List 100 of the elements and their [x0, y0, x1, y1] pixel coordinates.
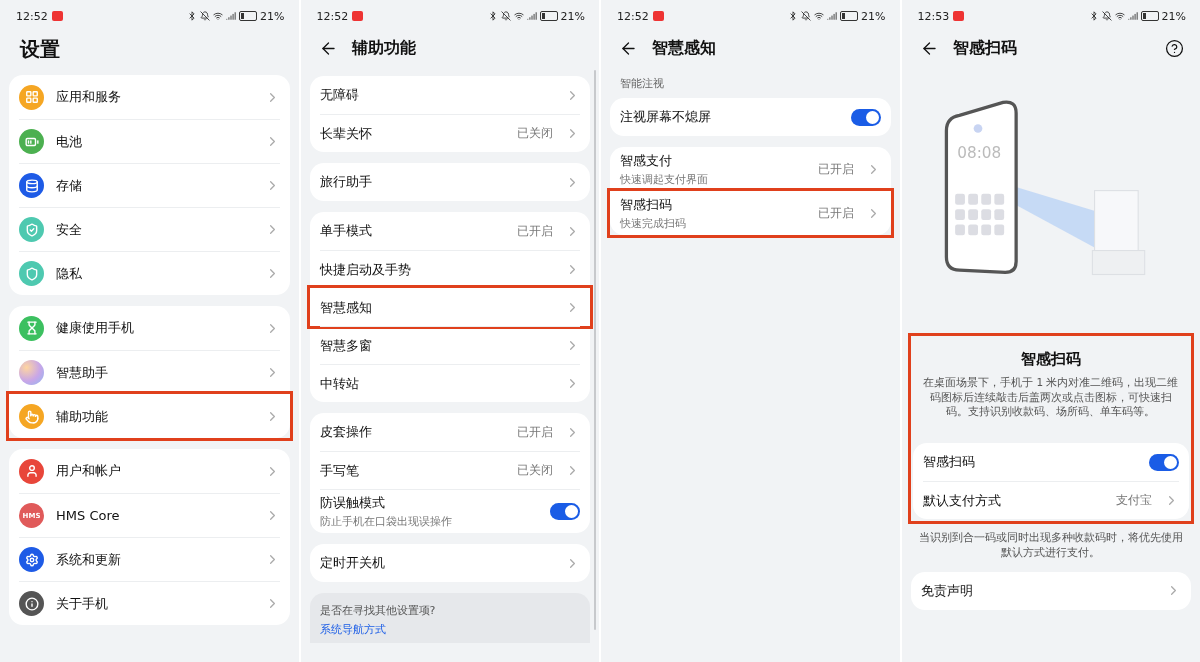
row-label: 隐私: [56, 264, 83, 283]
row-label: 智慧多窗: [319, 336, 373, 355]
status-value: 支付宝: [1116, 492, 1152, 510]
status-time: 12:52: [617, 9, 649, 23]
settings-row[interactable]: 单手模式 已开启: [319, 212, 580, 250]
row-label: 皮套操作: [319, 423, 373, 441]
status-time: 12:52: [316, 9, 349, 23]
settings-row[interactable]: 免责声明: [920, 571, 1181, 610]
muted-bell-icon: [200, 11, 211, 21]
settings-row[interactable]: 安全: [19, 207, 280, 251]
row-label: 手写笔: [319, 461, 360, 480]
settings-row[interactable]: 用户和帐户: [19, 449, 280, 493]
row-label: HMS Core: [56, 508, 121, 523]
feature-title: 智感扫码: [1019, 350, 1082, 369]
muted-bell-icon: [801, 11, 812, 21]
settings-row[interactable]: 隐私: [19, 251, 280, 295]
signal-icon: [526, 11, 537, 21]
row-label: 防误触模式: [319, 494, 386, 512]
bluetooth-icon: [187, 11, 198, 21]
signal-icon: [226, 11, 237, 21]
battery-icon: [840, 11, 859, 21]
settings-row[interactable]: 无障碍: [319, 76, 580, 114]
signal-icon: [1127, 11, 1138, 21]
wifi-icon: [213, 11, 224, 21]
toggle-switch[interactable]: [1149, 453, 1179, 471]
row-label: 默认支付方式: [922, 491, 1002, 510]
settings-row[interactable]: 系统和更新: [19, 537, 280, 581]
signal-icon: [827, 11, 838, 21]
row-label: 智感扫码: [620, 196, 673, 214]
page-title: 设置: [20, 36, 61, 63]
page-title: 智慧感知: [652, 37, 717, 59]
battery-icon: [539, 11, 558, 21]
row-label: 智感扫码: [922, 453, 976, 472]
hint-link[interactable]: 系统导航方式: [319, 622, 580, 637]
settings-row[interactable]: 中转站: [319, 364, 580, 402]
row-label: 电池: [56, 132, 83, 151]
row-label: 旅行助手: [319, 173, 373, 191]
notification-icon: [652, 11, 664, 21]
settings-row[interactable]: 手写笔 已关闭: [319, 451, 580, 489]
settings-row[interactable]: 皮套操作 已开启: [319, 413, 580, 451]
row-label: 应用和服务: [56, 88, 122, 106]
settings-row[interactable]: 智慧多窗: [319, 326, 580, 364]
row-label: 单手模式: [319, 222, 373, 240]
notification-icon: [953, 11, 965, 21]
status-time: 12:52: [16, 9, 48, 23]
row-label: 中转站: [319, 374, 360, 393]
settings-row[interactable]: 旅行助手: [319, 163, 580, 201]
status-time: 12:53: [917, 9, 950, 23]
section-label: 智能注视: [619, 76, 665, 91]
bluetooth-icon: [788, 11, 799, 21]
settings-row[interactable]: 智感扫码 快速完成扫码 已开启: [610, 191, 891, 235]
settings-row[interactable]: 智感扫码: [922, 443, 1179, 482]
row-subtitle: 快速完成扫码: [620, 216, 687, 231]
row-label: 存储: [56, 176, 83, 195]
settings-row[interactable]: 关于手机: [19, 581, 280, 625]
settings-row[interactable]: 智慧助手: [19, 350, 280, 394]
status-value: 已关闭: [517, 462, 553, 479]
page-title: 辅助功能: [351, 37, 417, 59]
status-value: 已开启: [817, 205, 854, 222]
settings-row[interactable]: 智慧感知: [309, 288, 590, 326]
settings-row[interactable]: 长辈关怀 已关闭: [319, 114, 580, 152]
row-label: 安全: [56, 220, 83, 239]
row-label: 免责声明: [920, 581, 974, 600]
battery-icon: [1140, 11, 1159, 21]
settings-row[interactable]: 定时开关机: [319, 544, 580, 582]
toggle-switch[interactable]: [850, 108, 881, 126]
settings-row[interactable]: 应用和服务: [19, 75, 280, 119]
battery-percent: 21%: [861, 9, 886, 23]
row-label: 定时开关机: [319, 554, 386, 572]
settings-row[interactable]: 辅助功能: [9, 394, 290, 438]
row-label: 关于手机: [56, 594, 109, 613]
settings-row[interactable]: 存储: [19, 163, 280, 207]
bluetooth-icon: [487, 11, 498, 21]
settings-row[interactable]: 快捷启动及手势: [319, 250, 580, 288]
row-label: 注视屏幕不熄屏: [620, 108, 712, 126]
note-text: 当识别到合一码或同时出现多种收款码时，将优先使用默认方式进行支付。: [917, 530, 1184, 561]
battery-percent: 21%: [560, 9, 585, 23]
wifi-icon: [1114, 11, 1125, 21]
page-title: 智感扫码: [952, 37, 1018, 59]
wifi-icon: [513, 11, 524, 21]
row-label: 智感支付: [620, 151, 673, 170]
row-label: 辅助功能: [56, 407, 109, 426]
row-label: 长辈关怀: [319, 124, 373, 143]
settings-row[interactable]: 注视屏幕不熄屏: [620, 98, 881, 136]
settings-row[interactable]: 智感支付 快速调起支付界面 已开启: [620, 147, 881, 191]
feature-description: 在桌面场景下，手机于 1 米内对准二维码，出现二维码图标后连续敲击后盖两次或点击图标，可快速扫码。支持识别收款码、场所码、单车码等。: [922, 375, 1180, 420]
status-value: 已开启: [517, 222, 553, 240]
settings-row[interactable]: 防误触模式 防止手机在口袋出现误操作: [319, 489, 580, 533]
toggle-switch[interactable]: [550, 503, 580, 520]
bluetooth-icon: [1088, 11, 1099, 21]
notification-icon: [51, 11, 63, 21]
settings-row[interactable]: 健康使用手机: [19, 306, 280, 350]
battery-percent: 21%: [260, 9, 285, 23]
settings-row[interactable]: 默认支付方式 支付宝: [922, 481, 1179, 520]
settings-row[interactable]: 电池: [19, 119, 280, 163]
row-label: 系统和更新: [56, 550, 122, 569]
help-button[interactable]: [1165, 38, 1184, 58]
row-subtitle: 快速调起支付界面: [620, 171, 709, 187]
row-label: 健康使用手机: [56, 319, 135, 337]
row-label: 用户和帐户: [56, 462, 122, 480]
